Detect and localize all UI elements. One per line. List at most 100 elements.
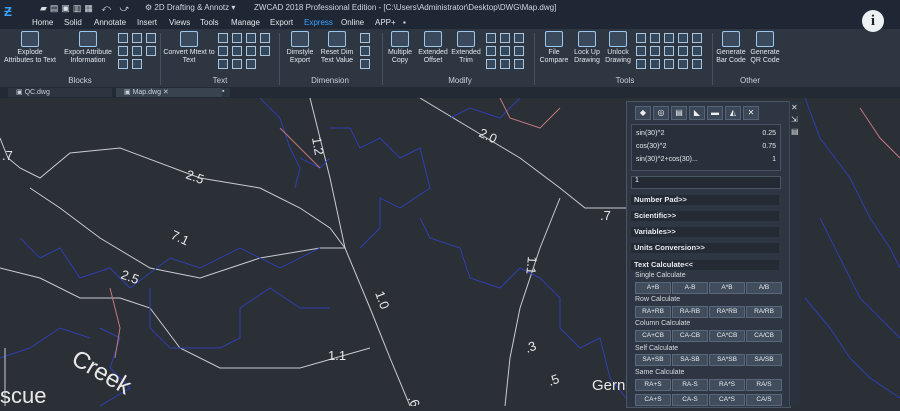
angle-icon[interactable]: ▬ (707, 106, 723, 120)
info-icon[interactable]: i (862, 10, 884, 32)
workspace-selector[interactable]: ⚙ 2D Drafting & Annotz ▾ (145, 3, 235, 12)
history-row[interactable]: cos(30)^2 0.75 (636, 143, 776, 150)
dim-tool-icon[interactable] (360, 46, 370, 56)
calc-button[interactable]: CA/S (746, 394, 782, 406)
text-tool-icon[interactable] (246, 33, 256, 43)
block-tool-icon[interactable] (132, 46, 142, 56)
tools-tool-icon[interactable] (636, 46, 646, 56)
block-tool-icon[interactable] (118, 33, 128, 43)
calc-button[interactable]: SA+SB (635, 354, 671, 366)
calc-button[interactable]: RA+S (635, 379, 671, 391)
calc-button[interactable]: RA-RB (672, 306, 708, 318)
calc-button[interactable]: A/B (746, 282, 782, 294)
block-tool-icon[interactable] (118, 46, 128, 56)
tab-home[interactable]: Home (32, 18, 53, 27)
text-tool-icon[interactable] (260, 33, 270, 43)
distance-icon[interactable]: ◣ (689, 106, 705, 120)
explode-attributes-button[interactable]: Explode Attributes to Text (2, 31, 58, 65)
tab-insert[interactable]: Insert (137, 18, 157, 27)
calc-button[interactable]: SA*SB (709, 354, 745, 366)
tools-tool-icon[interactable] (664, 33, 674, 43)
section-units-conversion[interactable]: Units Conversion>> (631, 243, 779, 253)
tab-solid[interactable]: Solid (64, 18, 82, 27)
tab-annotate[interactable]: Annotate (94, 18, 126, 27)
properties-icon[interactable]: ▤ (791, 127, 799, 136)
section-number-pad[interactable]: Number Pad>> (631, 195, 779, 205)
tab-app-plus[interactable]: APP+ (375, 18, 396, 27)
tab-extra-icon[interactable]: ▪ (403, 18, 406, 27)
close-calc-icon[interactable]: ✕ (743, 106, 759, 120)
modify-tool-icon[interactable] (486, 59, 496, 69)
calc-button[interactable]: CA/CB (746, 330, 782, 342)
calc-button[interactable]: RA*S (709, 379, 745, 391)
dimstyle-export-button[interactable]: Dimstyle Export (282, 31, 318, 65)
tools-tool-icon[interactable] (636, 59, 646, 69)
text-tool-icon[interactable] (232, 59, 242, 69)
calc-button[interactable]: SA-SB (672, 354, 708, 366)
section-text-calculate[interactable]: Text Calculate<< (631, 260, 779, 270)
tools-tool-icon[interactable] (678, 59, 688, 69)
convert-mtext-button[interactable]: Convert Mtext to Text (162, 31, 216, 65)
calc-button[interactable]: A+B (635, 282, 671, 294)
close-panel-icon[interactable]: ✕ (791, 103, 798, 112)
quick-access-toolbar[interactable]: ▰▤▣▥▦ ⤺ ⤻ (40, 3, 132, 14)
tab-express[interactable]: Express (304, 18, 333, 27)
tools-tool-icon[interactable] (692, 59, 702, 69)
tools-tool-icon[interactable] (664, 46, 674, 56)
text-tool-icon[interactable] (246, 46, 256, 56)
text-tool-icon[interactable] (218, 33, 228, 43)
file-compare-button[interactable]: File Compare (538, 31, 570, 65)
tab-manage[interactable]: Manage (231, 18, 260, 27)
tools-tool-icon[interactable] (678, 46, 688, 56)
block-tool-icon[interactable] (132, 59, 142, 69)
calc-button[interactable]: RA-S (672, 379, 708, 391)
block-tool-icon[interactable] (146, 46, 156, 56)
calc-button[interactable]: CA+S (635, 394, 671, 406)
extended-trim-button[interactable]: Extended Trim (450, 31, 482, 65)
modify-tool-icon[interactable] (500, 46, 510, 56)
calc-button[interactable]: CA+CB (635, 330, 671, 342)
tools-tool-icon[interactable] (636, 33, 646, 43)
calc-button[interactable]: CA*S (709, 394, 745, 406)
text-tool-icon[interactable] (246, 59, 256, 69)
calc-button[interactable]: A*B (709, 282, 745, 294)
modify-tool-icon[interactable] (500, 59, 510, 69)
modify-tool-icon[interactable] (514, 59, 524, 69)
pin-icon[interactable]: ⇲ (791, 115, 798, 124)
tab-tools[interactable]: Tools (200, 18, 219, 27)
modify-tool-icon[interactable] (486, 33, 496, 43)
calc-button[interactable]: RA*RB (709, 306, 745, 318)
text-tool-icon[interactable] (232, 33, 242, 43)
multiple-copy-button[interactable]: Multiple Copy (384, 31, 416, 65)
section-variables[interactable]: Variables>> (631, 227, 779, 237)
doc-tab-qc[interactable]: ▣ QC.dwg (8, 88, 112, 97)
calc-button[interactable]: RA/RB (746, 306, 782, 318)
block-tool-icon[interactable] (132, 33, 142, 43)
get-coordinates-icon[interactable]: ▤ (671, 106, 687, 120)
history-row[interactable]: sin(30)^2+cos(30)... 1 (636, 156, 776, 163)
unlock-drawing-button[interactable]: Unlock Drawing (603, 31, 633, 65)
lock-up-drawing-button[interactable]: Lock Up Drawing (571, 31, 603, 65)
tools-tool-icon[interactable] (678, 33, 688, 43)
tools-tool-icon[interactable] (664, 59, 674, 69)
dim-tool-icon[interactable] (360, 33, 370, 43)
modify-tool-icon[interactable] (486, 46, 496, 56)
tab-online[interactable]: Online (341, 18, 364, 27)
text-tool-icon[interactable] (218, 59, 228, 69)
clear-icon[interactable]: ◆ (635, 106, 651, 120)
panel-side-strip[interactable]: ✕ ⇲ ▤ (789, 101, 801, 406)
history-row[interactable]: sin(30)^2 0.25 (636, 130, 776, 137)
new-tab-icon[interactable]: ▪ (222, 88, 230, 97)
intersection-icon[interactable]: ◭ (725, 106, 741, 120)
export-attribute-button[interactable]: Export Attribute Information (60, 31, 116, 65)
tools-tool-icon[interactable] (692, 33, 702, 43)
tools-tool-icon[interactable] (650, 59, 660, 69)
modify-tool-icon[interactable] (500, 33, 510, 43)
block-tool-icon[interactable] (146, 33, 156, 43)
tab-export[interactable]: Export (270, 18, 293, 27)
calc-button[interactable]: RA+RB (635, 306, 671, 318)
calc-button[interactable]: CA-S (672, 394, 708, 406)
modify-tool-icon[interactable] (514, 46, 524, 56)
reset-dim-button[interactable]: Reset Dim Text Value (318, 31, 356, 65)
calc-button[interactable]: A-B (672, 282, 708, 294)
